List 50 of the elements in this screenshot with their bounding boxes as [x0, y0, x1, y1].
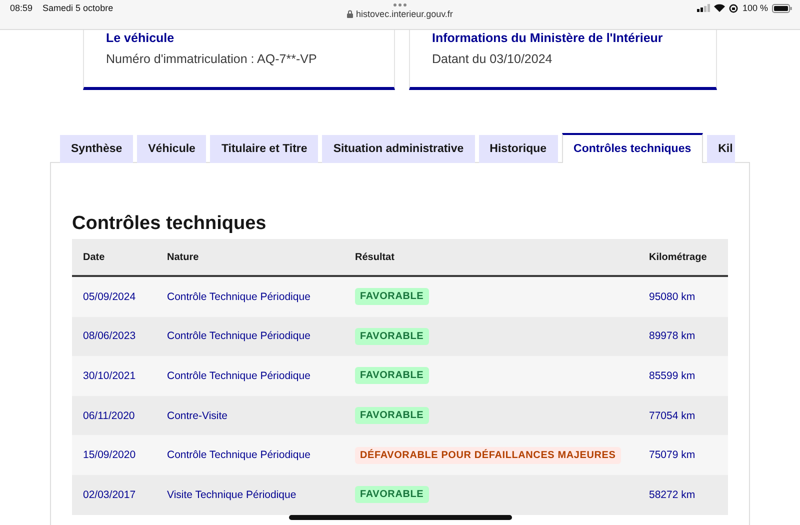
battery-percent: 100 % [742, 3, 768, 13]
signal-icon [697, 4, 710, 12]
result-badge: FAVORABLE [355, 328, 429, 345]
nature-cell-text: Contre-Visite [167, 410, 228, 422]
clock-time: 08:59 [10, 3, 33, 13]
mileage-cell-text: 89978 km [649, 330, 696, 342]
nature-cell-text: Contrôle Technique Périodique [167, 290, 312, 303]
column-header: Kilométrage [649, 252, 708, 262]
status-date: Samedi 5 octobre [42, 3, 114, 13]
date-cell-text: 30/10/2021 [83, 370, 137, 382]
mileage-cell-text: 75079 km [649, 449, 696, 462]
result-badge: FAVORABLE [355, 367, 429, 384]
date-cell-text: 02/03/2017 [83, 488, 137, 501]
mileage-cell-text: 58272 km [649, 488, 696, 501]
lock-icon [347, 10, 354, 18]
nature-cell-text: Contrôle Technique Périodique [167, 370, 312, 382]
card-title: Informations du Ministère de l'Intérieur [432, 30, 664, 46]
more-icon[interactable] [393, 3, 407, 7]
wifi-icon [714, 4, 726, 12]
tab[interactable]: Contrôles techniques [562, 133, 704, 163]
mileage-cell-text: 95080 km [649, 290, 696, 303]
mileage-cell-text: 85599 km [649, 370, 696, 382]
tab[interactable]: Titulaire et Titre [210, 135, 318, 163]
battery-icon [772, 4, 792, 12]
card-title: Le véhicule [106, 30, 176, 46]
tab[interactable]: Kil [707, 135, 735, 163]
tab[interactable]: Historique [478, 135, 558, 163]
nature-cell-text: Contrôle Technique Périodique [167, 449, 312, 462]
date-cell-text: 08/06/2023 [83, 330, 137, 342]
tab[interactable]: Situation administrative [322, 135, 475, 163]
url-text[interactable]: histovec.interieur.gouv.fr [356, 9, 453, 19]
date-cell-text: 15/09/2020 [83, 449, 137, 462]
card-text: Datant du 03/10/2024 [432, 52, 554, 66]
section-title: Contrôles techniques [72, 213, 268, 235]
result-badge: FAVORABLE [355, 486, 429, 504]
column-header: Nature [167, 252, 200, 262]
nature-cell-text: Contrôle Technique Périodique [167, 330, 312, 342]
nature-cell-text: Visite Technique Périodique [167, 488, 298, 501]
column-header: Date [83, 252, 106, 262]
date-cell-text: 05/09/2024 [83, 290, 137, 303]
mileage-cell-text: 77054 km [649, 410, 696, 422]
card-text: Numéro d'immatriculation : AQ-7**-VP [106, 52, 318, 66]
result-badge: DÉFAVORABLE POUR DÉFAILLANCES MAJEURES [355, 446, 621, 464]
tab[interactable]: Véhicule [137, 135, 206, 163]
result-badge: FAVORABLE [355, 407, 429, 424]
tab[interactable]: Synthèse [60, 135, 134, 163]
column-header: Résultat [355, 252, 396, 262]
rotation-lock-icon [729, 4, 738, 12]
date-cell-text: 06/11/2020 [83, 410, 136, 422]
result-badge: FAVORABLE [355, 288, 429, 306]
